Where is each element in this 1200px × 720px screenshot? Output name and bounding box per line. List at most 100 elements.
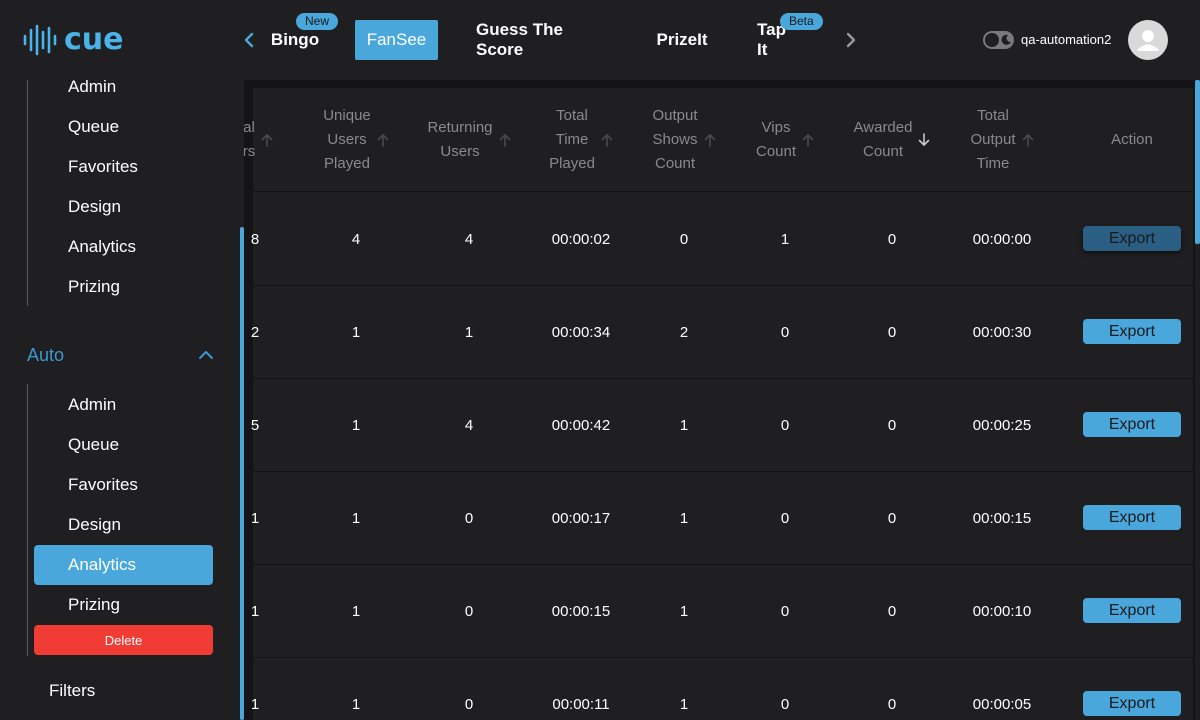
sidebar-item-label: Analytics [68,555,137,574]
arrow-up-icon[interactable] [377,133,389,147]
sidebar-item-label: Admin [68,395,117,414]
header-label: Total Output Time [970,107,1016,172]
table-scrollbar[interactable] [1195,80,1200,720]
table-cell: 00:00:10 [972,603,1032,620]
arrow-down-icon[interactable] [918,133,930,147]
moon-icon [1001,34,1011,45]
header-unique-users-played[interactable]: Unique Users Played [301,88,411,192]
header-total-output-time[interactable]: Total Output Time [947,88,1057,192]
table-cell: 00:00:42 [551,417,611,434]
table-cell: 00:00:15 [972,510,1032,527]
arrow-up-icon[interactable] [261,133,273,147]
header-awarded-count[interactable]: Awarded Count [837,88,947,192]
table-cell: 4 [351,231,361,248]
table-header: al rs Unique Users Played Returning Users T… [244,88,1193,192]
logo[interactable]: cue [22,24,124,56]
sidebar-item-queue[interactable]: Queue [34,425,213,465]
header-total-time-played[interactable]: Total Time Played [526,88,636,192]
sidebar-item-label: Favorites [68,475,138,494]
table-cell: 0 [887,231,897,248]
sidebar-item-analytics[interactable]: Analytics [34,227,213,267]
table-cell: 4 [464,231,474,248]
tab-fansee[interactable]: FanSee [355,20,438,60]
sidebar: Admin Queue Favorites Design Analytics P… [0,80,240,720]
arrow-up-icon[interactable] [704,133,716,147]
theme-toggle[interactable] [983,31,1014,49]
sidebar-item-label: Analytics [68,237,137,256]
sidebar-item-label: Prizing [68,595,120,614]
table-cell: 0 [780,417,790,434]
export-button[interactable]: Export [1083,691,1181,716]
table-cell: 00:00:05 [972,696,1032,713]
export-button[interactable]: Export [1083,412,1181,437]
header-label: Action [1111,131,1153,148]
table-cell: 00:00:30 [972,324,1032,341]
arrow-up-icon[interactable] [601,133,613,147]
arrow-up-icon[interactable] [802,133,814,147]
arrow-up-icon[interactable] [499,133,511,147]
table-cell: 0 [679,231,689,248]
table-cell: 00:00:25 [972,417,1032,434]
sidebar-item-design[interactable]: Design [34,187,213,227]
tab-label: Guess The Score [476,20,563,59]
header-returning-users[interactable]: Returning Users [414,88,524,192]
avatar[interactable] [1128,20,1168,60]
arrow-up-icon[interactable] [1022,133,1034,147]
table-cell: 2 [250,324,260,341]
sidebar-item-prizing[interactable]: Prizing [34,267,213,307]
table-row: 1 1 0 00:00:15 1 0 0 00:00:10 Export [251,565,1193,658]
export-button[interactable]: Export [1083,598,1181,623]
header-label: Output Shows Count [652,107,698,172]
table-row: 2 1 1 00:00:34 2 0 0 00:00:30 Export [251,286,1193,379]
export-button[interactable]: Export [1083,319,1181,344]
new-badge: New [296,13,339,30]
chevron-right-icon[interactable] [842,28,860,52]
table-cell: 1 [351,417,361,434]
sidebar-item-favorites[interactable]: Favorites [34,465,213,505]
tab-tap-it[interactable]: Beta Tap It [757,13,823,60]
sidebar-item-queue[interactable]: Queue [34,107,213,147]
table-cell: 1 [679,510,689,527]
export-button[interactable]: Export [1083,505,1181,530]
table-cell: 2 [679,324,689,341]
tab-prizeit[interactable]: PrizeIt [656,20,707,60]
header-label: Unique Users Played [323,107,371,172]
tab-bingo[interactable]: New Bingo [271,13,339,60]
sidebar-item-analytics-active[interactable]: Analytics [34,545,213,585]
header-total-users[interactable]: al rs [244,88,293,192]
table-cell: 1 [780,231,790,248]
tab-guess-the-score[interactable]: Guess The Score [476,20,607,60]
chevron-left-icon[interactable] [240,28,258,52]
header-output-shows-count[interactable]: Output Shows Count [629,88,739,192]
table-cell: 1 [351,696,361,713]
scrollbar-thumb[interactable] [1195,80,1200,244]
sidebar-item-label: Admin [68,80,117,96]
table-cell: 0 [887,603,897,620]
analytics-table: al rs Unique Users Played Returning Users T… [244,88,1193,720]
sidebar-item-label: Prizing [68,277,120,296]
sidebar-item-admin[interactable]: Admin [34,385,213,425]
delete-button[interactable]: Delete [34,625,213,655]
header-label: Total Time Played [549,107,595,172]
sidebar-item-design[interactable]: Design [34,505,213,545]
table-cell: 00:00:11 [552,696,610,713]
table-cell: 00:00:15 [551,603,611,620]
header-label: al rs [244,119,256,160]
table-cell: 5 [250,417,260,434]
table-cell: 1 [250,603,260,620]
table-cell: 0 [780,324,790,341]
sidebar-item-prizing[interactable]: Prizing [34,585,213,625]
logo-text: cue [64,22,124,57]
section-title-auto[interactable]: Auto [27,345,64,366]
chevron-up-icon[interactable] [197,348,215,362]
header-vips-count[interactable]: Vips Count [730,88,840,192]
toggle-knob [985,33,999,47]
filters-link[interactable]: Filters [49,681,95,701]
sidebar-item-label: Favorites [68,157,138,176]
sidebar-item-label: Queue [68,117,120,136]
sidebar-item-admin[interactable]: Admin [34,80,213,107]
table-cell: 1 [351,603,361,620]
export-button[interactable]: Export [1083,226,1181,251]
table-cell: 0 [887,510,897,527]
sidebar-item-favorites[interactable]: Favorites [34,147,213,187]
